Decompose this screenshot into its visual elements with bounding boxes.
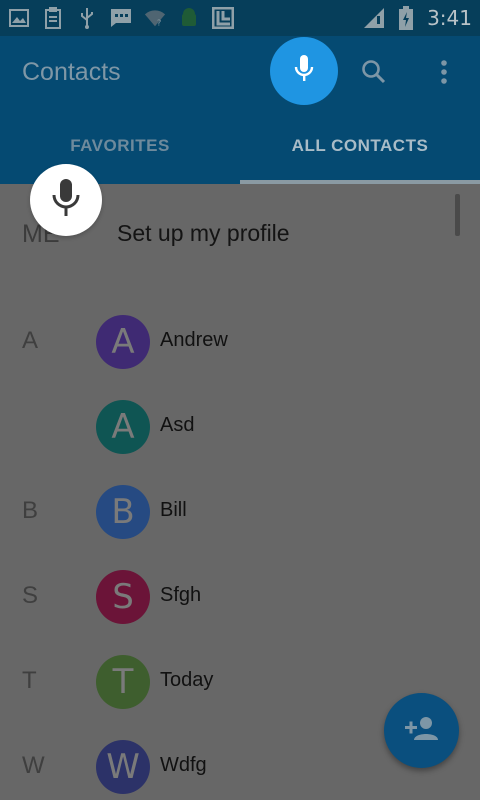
contact-name: Today	[160, 669, 214, 691]
contact-name: Andrew	[160, 329, 228, 351]
usb-icon	[76, 7, 98, 29]
contact-name: Bill	[160, 499, 187, 521]
clipboard-icon	[42, 7, 64, 29]
contact-row-andrew[interactable]: A A Andrew	[0, 299, 480, 384]
section-letter: B	[22, 497, 39, 524]
mic-icon	[293, 54, 315, 89]
app-toolbar: Contacts	[0, 36, 480, 108]
contact-name: Wdfg	[160, 754, 207, 776]
avatar: S	[96, 570, 150, 624]
status-right-icons: 3:41	[363, 6, 472, 30]
android-icon	[178, 7, 200, 29]
avatar: W	[96, 740, 150, 794]
section-letter: A	[22, 327, 39, 354]
avatar: A	[96, 400, 150, 454]
contact-row-asd[interactable]: A Asd	[0, 384, 480, 469]
section-letter: S	[22, 582, 39, 609]
clock: 3:41	[427, 6, 472, 30]
avatar: B	[96, 485, 150, 539]
mic-icon	[51, 178, 81, 223]
signal-icon	[363, 7, 385, 29]
contact-name: Asd	[160, 414, 195, 436]
contact-row-bill[interactable]: B B Bill	[0, 469, 480, 554]
status-bar: ? 3:41	[0, 0, 480, 36]
svg-text:?: ?	[157, 17, 161, 27]
list-scrollbar[interactable]	[455, 194, 460, 236]
avatar: T	[96, 655, 150, 709]
tab-favorites[interactable]: FAVORITES	[0, 108, 240, 184]
search-icon[interactable]	[356, 54, 392, 90]
message-icon	[110, 7, 132, 29]
voice-access-button[interactable]	[30, 164, 102, 236]
app-icon	[212, 7, 234, 29]
image-icon	[8, 7, 30, 29]
setup-profile-label: Set up my profile	[117, 220, 290, 246]
status-left-icons: ?	[8, 7, 234, 29]
section-letter: W	[22, 752, 45, 779]
battery-charging-icon	[395, 6, 417, 30]
person-add-icon	[404, 715, 439, 746]
voice-search-button[interactable]	[270, 37, 338, 105]
contact-row-sfgh[interactable]: S S Sfgh	[0, 554, 480, 639]
contacts-app: ? 3:41 Contacts FAVORITES ALL CONTACTS M…	[0, 0, 480, 800]
add-contact-button[interactable]	[384, 693, 459, 768]
toolbar-title: Contacts	[22, 57, 121, 86]
wifi-question-icon: ?	[144, 7, 166, 29]
more-vert-icon[interactable]	[426, 54, 462, 90]
section-letter: T	[22, 667, 37, 694]
avatar: A	[96, 315, 150, 369]
tab-all-contacts[interactable]: ALL CONTACTS	[240, 108, 480, 184]
contact-name: Sfgh	[160, 584, 202, 606]
